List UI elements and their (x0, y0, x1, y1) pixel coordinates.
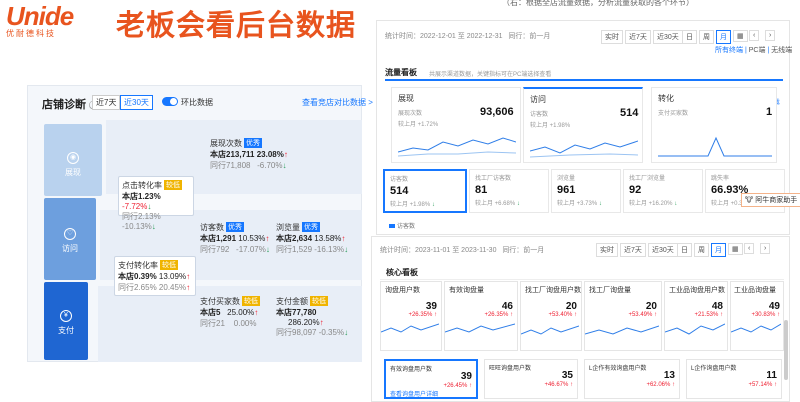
l-valid-inquiry-card[interactable]: L企作有效询盘用户数 13 +62.06% ↑ (584, 359, 680, 399)
col-factory-inquiry-users[interactable]: 找工厂询盘用户数 20 +53.40% ↑ (520, 281, 582, 351)
traffic-board-panel: 统计时间：2022-12-01 至 2022-12-31 同行：前一月 实时 近… (376, 20, 792, 235)
traffic-btn-30d[interactable]: 近30天 (653, 30, 683, 44)
valid-inquiries-sparkline (444, 323, 516, 333)
core-board-divider (380, 279, 784, 280)
small-card-visitors[interactable]: 访客数 514 较上月 +1.98% ↓ (383, 169, 467, 213)
big-card-visit[interactable]: 访问 访客数 514 较上月 +1.98% (523, 87, 643, 163)
traffic-btn-week[interactable]: 周 (699, 30, 714, 44)
traffic-tab-underline (385, 79, 783, 81)
industrial-inquiries-sparkline (730, 323, 782, 333)
inquiry-detail-link[interactable]: 查看询盘用户详细 (390, 389, 476, 398)
ctr-card: 点击转化率 较低 本店1.23% -7.72%↓ 同行2.13% -10.13%↓ (118, 176, 194, 231)
page-view-metric: 浏览量 优秀 本店2,634 13.58%↑ 同行1,529 -16.13%↓ (276, 222, 349, 254)
next-icon[interactable]: › (765, 30, 776, 41)
funnel-exposure: ◉ 展现 (44, 124, 102, 196)
small-card-factory-views[interactable]: 找工厂浏览量 92 较上月 +16.20% ↓ (623, 169, 703, 213)
heart-icon: ♡ (64, 228, 76, 240)
slide-headline: 老板会看后台数据 (116, 10, 357, 42)
calendar-icon[interactable]: ▦ (733, 30, 748, 42)
payment-amount-metric: 支付金额 较低 本店77,780 286.20%↑ 同行98,097 -0.35%… (276, 296, 349, 337)
logo-mark: Unide (6, 1, 74, 31)
l-inquiry-users-card[interactable]: L企作询盘用户数 11 +57.14% ↑ (686, 359, 782, 399)
traffic-btn-day[interactable]: 日 (682, 30, 697, 44)
traffic-board-note: 共展示渠道数据，关键指标可在PC端选择查看 (429, 72, 552, 78)
compare-competitor-link[interactable]: 查看竞店对比数据 > (302, 97, 373, 108)
range-7d-chip[interactable]: 近7天 (92, 95, 121, 110)
ww-inquiry-users-card[interactable]: 旺旺询盘用户数 35 +46.67% ↑ (484, 359, 578, 399)
small-card-factory-visitors[interactable]: 找工厂访客数 81 较上月 +6.68% ↓ (469, 169, 549, 213)
conversion-sparkline (658, 136, 772, 157)
buyer-btn-7d[interactable]: 近7天 (620, 243, 646, 257)
col-valid-inquiries[interactable]: 有效询盘量 46 +26.35% ↑ (444, 281, 518, 351)
small-card-page-views[interactable]: 浏览量 961 较上月 +3.73% ↓ (551, 169, 621, 213)
core-board-title: 核心看板 (386, 268, 418, 277)
shop-diagnosis-panel: 店铺诊断 ⓘ 近7天 近30天 环比数据 查看竞店对比数据 > ◉展现 ♡访问 … (27, 85, 373, 362)
traffic-date-range: 统计时间：2022-12-01 至 2022-12-31 同行：前一月 (385, 33, 551, 40)
buyer-next-icon[interactable]: › (760, 243, 771, 254)
yen-icon: ¥ (60, 310, 72, 322)
buyer-date-range: 统计时间：2023-11-01 至 2023-11-30 同行：前一月 (380, 247, 545, 254)
merchant-assistant-badge[interactable]: 🐮 阿牛商家助手 (741, 193, 800, 207)
buyer-btn-30d[interactable]: 近30天 (648, 243, 678, 257)
logo-subtitle: 优耐德科技 (6, 29, 56, 38)
visitor-count-metric: 访客数 优秀 本店1,291 10.53%↑ 同行792 -17.07%↓ (200, 222, 270, 254)
industrial-users-sparkline (664, 323, 726, 335)
funnel-pay: ¥ 支付 (44, 282, 88, 360)
slide-top-note: （右：根据全店流量数据，分析流量获取的各个环节） (502, 0, 694, 7)
exposure-count-metric: 展现次数 优秀 本店213,711 23.08%↑ 同行71,808 -6.70%… (210, 138, 288, 170)
col-industrial-inquiries[interactable]: 工业品询盘量 49 +30.83% ↑ (730, 281, 784, 351)
buyer-board-panel: 统计时间：2023-11-01 至 2023-11-30 同行：前一月 实时 近… (371, 236, 790, 402)
big-card-exposure[interactable]: 展现 展现次数 93,606 较上月 +1.72% (391, 87, 521, 163)
buyer-calendar-icon[interactable]: ▦ (728, 243, 743, 255)
factory-users-sparkline (520, 325, 580, 335)
exposure-sparkline (398, 137, 516, 157)
big-card-conversion[interactable]: 转化 支付买家数 1 (651, 87, 777, 163)
unide-logo: Unide 优耐德科技 (6, 1, 102, 39)
page-scrollbar[interactable] (784, 320, 788, 380)
mom-toggle-label: 环比数据 (181, 98, 213, 107)
col-inquiry-users[interactable]: 询盘用户数 39 +26.35% ↑ (380, 281, 442, 351)
range-30d-chip[interactable]: 近30天 (120, 95, 153, 110)
pay-conversion-card: 支付转化率 较低 本店0.39% 13.09%↑ 同行2.65% 20.45%↑ (114, 256, 196, 296)
terminal-filter[interactable]: 所有终端 | PC端 | 无线端 (715, 45, 792, 55)
visit-sparkline (530, 140, 638, 158)
eye-icon: ◉ (67, 152, 79, 164)
col-factory-inquiries[interactable]: 找工厂询盘量 20 +53.49% ↑ (584, 281, 662, 351)
buyer-btn-month[interactable]: 月 (711, 243, 726, 257)
traffic-btn-realtime[interactable]: 实时 (601, 30, 623, 44)
buyer-btn-realtime[interactable]: 实时 (596, 243, 618, 257)
traffic-board-title: 流量看板 (385, 68, 417, 77)
col-industrial-inquiry-users[interactable]: 工业品询盘用户数 48 +21.53% ↑ (664, 281, 728, 351)
factory-inquiries-sparkline (584, 325, 660, 335)
inquiry-users-sparkline (380, 323, 440, 333)
buyer-prev-icon[interactable]: ‹ (744, 243, 755, 254)
traffic-btn-7d[interactable]: 近7天 (625, 30, 651, 44)
chart-legend: 访客数 (389, 221, 415, 230)
buyer-btn-day[interactable]: 日 (677, 243, 692, 257)
valid-inquiry-users-card[interactable]: 有效询盘用户数 39 +26.45% ↑ 查看询盘用户详细 (384, 359, 478, 399)
prev-icon[interactable]: ‹ (749, 30, 760, 41)
buyer-btn-week[interactable]: 周 (694, 243, 709, 257)
diagnosis-title: 店铺诊断 ⓘ (42, 99, 97, 111)
traffic-btn-month[interactable]: 月 (716, 30, 731, 44)
mom-toggle[interactable] (162, 97, 178, 106)
funnel-visit: ♡ 访问 (44, 198, 96, 280)
paying-buyers-metric: 支付买家数 较低 本店5 25.00%↑ 同行21 0.00% (200, 296, 260, 328)
